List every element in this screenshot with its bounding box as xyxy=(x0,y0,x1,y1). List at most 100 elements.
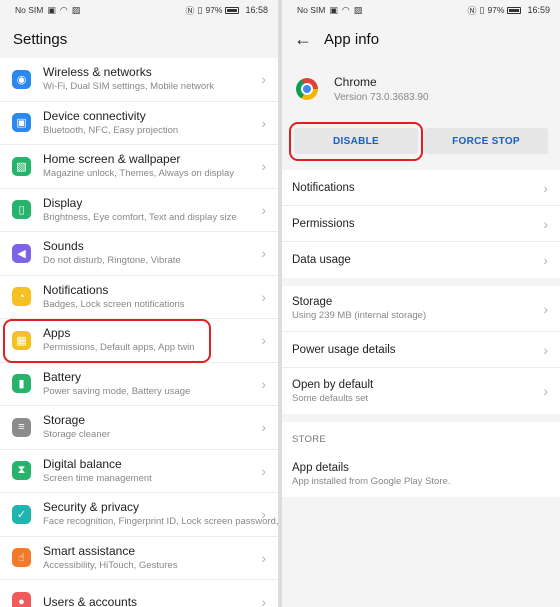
wifi-status-icon: ◠ xyxy=(59,4,68,15)
back-arrow-icon[interactable]: ← xyxy=(294,29,318,50)
app-header: Chrome Version 73.0.3683.90 xyxy=(282,58,560,120)
battery-percent: 97% xyxy=(487,5,505,15)
chevron-right-icon: › xyxy=(261,288,266,305)
chrome-logo-icon xyxy=(296,78,318,100)
settings-item-label: Home screen & wallpaper xyxy=(43,152,181,167)
clock: 16:59 xyxy=(527,5,550,15)
permissions-row[interactable]: Permissions › xyxy=(282,206,560,242)
sound-icon: ◀ xyxy=(12,243,31,263)
settings-item-sublabel: Permissions, Default apps, App twin xyxy=(43,342,195,354)
settings-item-notifications[interactable]: ◔ Notifications Badges, Lock screen notifi… xyxy=(0,276,278,319)
settings-item-wireless-networks[interactable]: ◉ Wireless & networks Wi-Fi, Dual SIM sett… xyxy=(0,58,278,102)
settings-item-label: Digital balance xyxy=(43,456,122,471)
wifi-status-icon: ◠ xyxy=(341,4,350,15)
storage-row[interactable]: Storage Using 239 MB (internal storage) … xyxy=(282,286,560,332)
notifications-row[interactable]: Notifications › xyxy=(282,170,560,206)
battery-status-icon xyxy=(507,6,522,14)
chevron-right-icon: › xyxy=(261,114,266,131)
disable-button[interactable]: DISABLE xyxy=(294,128,418,154)
nfc-icon: Ⓝ xyxy=(185,5,195,16)
chevron-right-icon: › xyxy=(261,158,266,175)
app-info-group-2: Storage Using 239 MB (internal storage) … xyxy=(282,286,560,414)
settings-item-sublabel: Face recognition, Fingerprint ID, Lock s… xyxy=(43,516,278,528)
app-version: Version 73.0.3683.90 xyxy=(334,92,429,103)
settings-item-smart-assistance[interactable]: ☝ Smart assistance Accessibility, HiTouch,… xyxy=(0,537,278,580)
icon-glyph: ◀ xyxy=(17,247,26,260)
icon-glyph: ● xyxy=(18,595,25,607)
settings-item-label: Sounds xyxy=(43,239,84,254)
settings-item-digital-balance[interactable]: ⧗ Digital balance Screen time management › xyxy=(0,450,278,493)
settings-item-home-screen-wallpaper[interactable]: ▧ Home screen & wallpaper Magazine unlock,… xyxy=(0,145,278,189)
home-screen-icon: ▧ xyxy=(12,156,31,176)
settings-item-label: Apps xyxy=(43,326,71,341)
open-by-default-row[interactable]: Open by default Some defaults set › xyxy=(282,368,560,414)
settings-item-sublabel: Power saving mode, Battery usage xyxy=(43,385,191,397)
settings-item-sounds[interactable]: ◀ Sounds Do not disturb, Ringtone, Vibrate… xyxy=(0,232,278,276)
chevron-right-icon: › xyxy=(261,71,266,88)
vibrate-icon: ▯ xyxy=(479,4,485,15)
chevron-right-icon: › xyxy=(261,375,266,392)
chevron-right-icon: › xyxy=(261,201,266,218)
row-label: Data usage xyxy=(292,254,351,266)
chevron-right-icon: › xyxy=(543,300,548,317)
icon-glyph: ✓ xyxy=(16,508,27,521)
settings-item-battery[interactable]: ▮ Battery Power saving mode, Battery usage… xyxy=(0,363,278,406)
settings-item-users-accounts[interactable]: ● Users & accounts › xyxy=(0,580,278,607)
settings-item-sublabel: Accessibility, HiTouch, Gestures xyxy=(43,559,178,571)
settings-item-label: Security & privacy xyxy=(43,500,140,515)
wifi-icon: ◉ xyxy=(12,69,31,89)
storage-icon: ≡ xyxy=(12,417,31,437)
image-notification-icon: ▨ xyxy=(71,4,81,15)
power-usage-row[interactable]: Power usage details › xyxy=(282,332,560,368)
settings-item-device-connectivity[interactable]: ▣ Device connectivity Bluetooth, NFC, Easy… xyxy=(0,102,278,145)
row-label: Storage xyxy=(292,296,333,308)
settings-item-label: Battery xyxy=(43,369,82,384)
chevron-right-icon: › xyxy=(261,506,266,523)
settings-item-sublabel: Screen time management xyxy=(43,472,152,484)
icon-glyph: ≡ xyxy=(18,421,25,434)
sim-icon: ▣ xyxy=(47,4,56,15)
chevron-right-icon: › xyxy=(261,245,266,262)
row-label: Open by default xyxy=(292,378,374,391)
page-title: App info xyxy=(324,30,380,48)
app-details-row[interactable]: App details App installed from Google Pl… xyxy=(282,451,560,497)
settings-item-security-privacy[interactable]: ✓ Security & privacy Face recognition, Fin… xyxy=(0,493,278,537)
settings-item-sublabel: Storage cleaner xyxy=(43,429,111,441)
row-label: Power usage details xyxy=(292,343,396,356)
app-info-group-1: Notifications › Permissions › Data usage… xyxy=(282,170,560,278)
settings-screen: No SIM ▣ ◠ ▨ Ⓝ ▯ 97% 16:58 Settings ◉ Wir… xyxy=(0,0,278,607)
force-stop-button[interactable]: FORCE STOP xyxy=(424,128,548,154)
app-info-screen: No SIM ▣ ◠ ▨ Ⓝ ▯ 97% 16:59 ← App info Ch… xyxy=(282,0,560,607)
settings-item-label: Notifications xyxy=(43,282,109,297)
icon-glyph: ◔ xyxy=(18,290,25,303)
store-section-label: STORE xyxy=(282,422,560,451)
settings-item-sublabel: Badges, Lock screen notifications xyxy=(43,298,185,310)
settings-item-label: Users & accounts xyxy=(43,594,138,607)
settings-item-label: Wireless & networks xyxy=(43,65,152,80)
data-usage-row[interactable]: Data usage › xyxy=(282,242,560,278)
settings-item-apps[interactable]: ▦ Apps Permissions, Default apps, App twin… xyxy=(0,319,278,363)
icon-glyph: ☝ xyxy=(18,552,25,565)
settings-item-sublabel: Bluetooth, NFC, Easy projection xyxy=(43,124,179,136)
carrier-label: No SIM xyxy=(297,5,326,15)
row-label: App details xyxy=(292,461,349,474)
row-sublabel: Using 239 MB (internal storage) xyxy=(292,310,427,321)
apps-icon: ▦ xyxy=(12,330,31,350)
settings-item-sublabel: Brightness, Eye comfort, Text and displa… xyxy=(43,211,237,223)
action-buttons: DISABLE FORCE STOP xyxy=(282,120,560,162)
chevron-right-icon: › xyxy=(261,332,266,349)
device-connectivity-icon: ▣ xyxy=(12,113,31,133)
icon-glyph: ▦ xyxy=(16,334,27,347)
app-bar: ← App info xyxy=(282,20,560,58)
vibrate-icon: ▯ xyxy=(197,4,203,15)
icon-glyph: ⧗ xyxy=(17,464,26,477)
settings-item-sublabel: Wi-Fi, Dual SIM settings, Mobile network xyxy=(43,81,215,93)
settings-item-storage[interactable]: ≡ Storage Storage cleaner › xyxy=(0,406,278,450)
row-label: Permissions xyxy=(292,217,355,230)
chevron-right-icon: › xyxy=(261,549,266,566)
chevron-right-icon: › xyxy=(543,215,548,232)
settings-item-display[interactable]: ▯ Display Brightness, Eye comfort, Text an… xyxy=(0,189,278,232)
chevron-right-icon: › xyxy=(543,252,548,268)
row-sublabel: Some defaults set xyxy=(292,392,369,404)
status-bar: No SIM ▣ ◠ ▨ Ⓝ ▯ 97% 16:58 xyxy=(0,0,278,20)
